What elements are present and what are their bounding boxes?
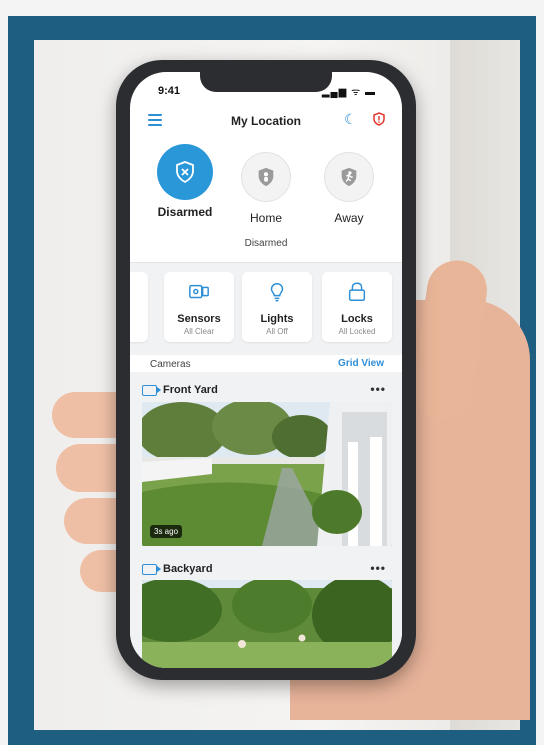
device-tile-sensors[interactable]: Sensors All Clear [164, 272, 234, 342]
mode-away-button[interactable]: Away [314, 152, 384, 225]
home-shield-icon [241, 152, 291, 202]
mode-away-label: Away [334, 211, 364, 225]
current-mode-status: Disarmed [244, 238, 288, 249]
disarmed-shield-icon [157, 144, 213, 200]
grid-view-link[interactable]: Grid View [338, 358, 384, 369]
camera-header-backyard[interactable]: Backyard [142, 563, 213, 575]
locks-status: All Locked [338, 327, 376, 336]
mode-disarmed-button[interactable]: Disarmed [150, 144, 220, 219]
night-mode-icon[interactable]: ☾ [344, 111, 357, 128]
cameras-section-label: Cameras [150, 359, 191, 370]
video-camera-icon [142, 384, 161, 396]
locks-label: Locks [341, 313, 373, 325]
mode-home-label: Home [249, 211, 282, 225]
lock-icon [348, 282, 366, 301]
camera-name-front-yard: Front Yard [163, 384, 218, 396]
front-yard-more-icon[interactable]: ••• [370, 382, 386, 396]
shield-alert-icon[interactable] [372, 112, 386, 126]
phone-screen: 9:41 ▂▄▆ ᯤ ▬ My Location ☾ Disarmed Home [130, 72, 402, 668]
sensor-icon [189, 284, 209, 299]
backyard-feed[interactable] [142, 580, 392, 668]
away-shield-icon [324, 152, 374, 202]
mode-disarmed-label: Disarmed [157, 205, 213, 219]
page-title: My Location [230, 114, 301, 128]
lights-label: Lights [260, 313, 294, 325]
device-tile-lights[interactable]: Lights All Off [242, 272, 312, 342]
device-tile-partial[interactable] [130, 272, 148, 342]
video-camera-icon [142, 563, 161, 575]
sensors-status: All Clear [183, 327, 215, 336]
device-tile-locks[interactable]: Locks All Locked [322, 272, 392, 342]
camera-header-front-yard[interactable]: Front Yard [142, 384, 218, 396]
front-yard-age-badge: 3s ago [150, 525, 183, 538]
phone-notch [200, 72, 332, 92]
mode-home-button[interactable]: Home [231, 152, 301, 225]
backyard-more-icon[interactable]: ••• [370, 561, 386, 575]
lightbulb-icon [270, 283, 284, 302]
camera-name-backyard: Backyard [163, 563, 213, 575]
lights-status: All Off [266, 327, 288, 336]
status-time: 9:41 [158, 85, 181, 97]
status-indicators: ▂▄▆ ᯤ ▬ [321, 87, 376, 98]
sensors-label: Sensors [177, 313, 221, 325]
